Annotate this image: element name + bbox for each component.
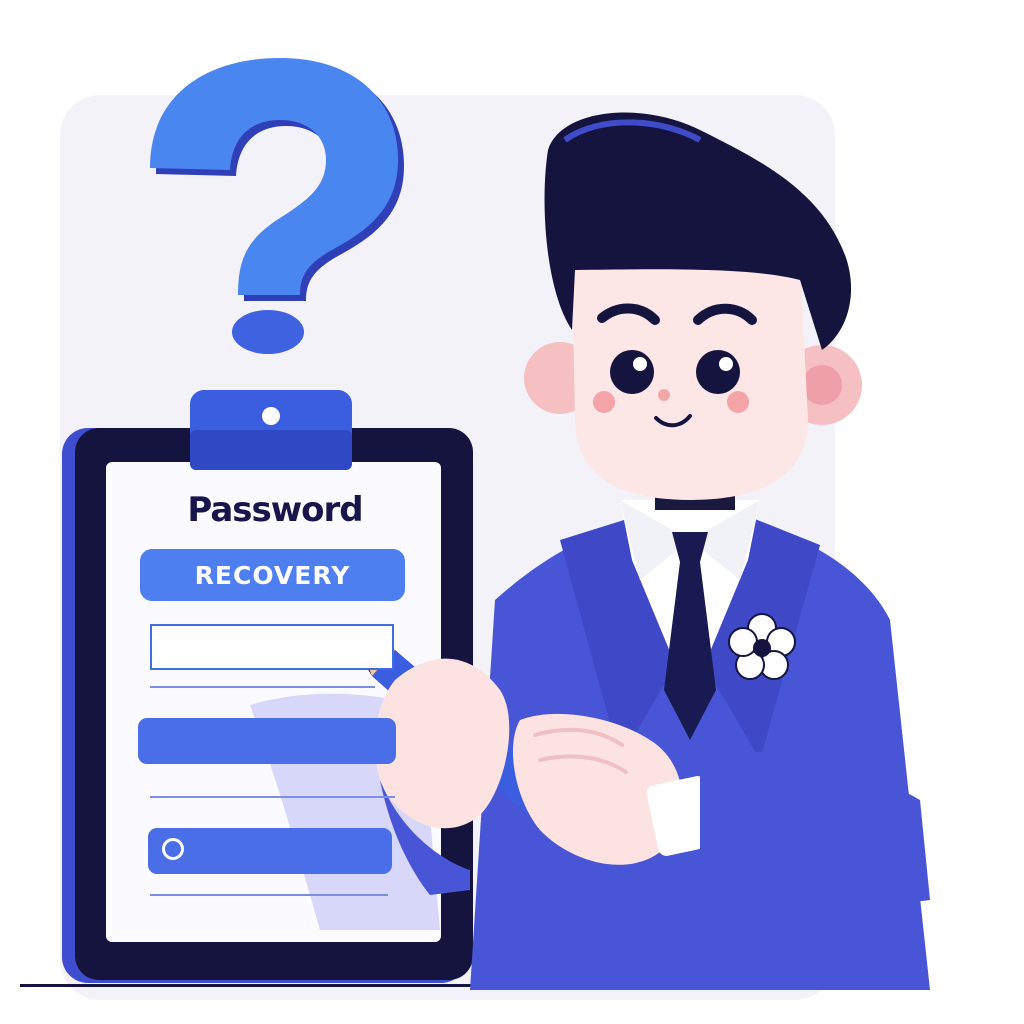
recovery-input-field (150, 624, 394, 670)
form-divider-1 (150, 686, 375, 688)
form-filled-bar (138, 718, 396, 764)
radio-button-icon (162, 838, 184, 860)
recovery-badge: RECOVERY (140, 549, 405, 601)
recovery-badge-label: RECOVERY (194, 560, 351, 590)
form-title: Password (187, 490, 363, 530)
form-divider-3 (150, 894, 388, 896)
illustration-scene: Password RECOVERY (0, 0, 1024, 1024)
radio-option-row (148, 828, 392, 874)
form-divider-2 (150, 796, 395, 798)
